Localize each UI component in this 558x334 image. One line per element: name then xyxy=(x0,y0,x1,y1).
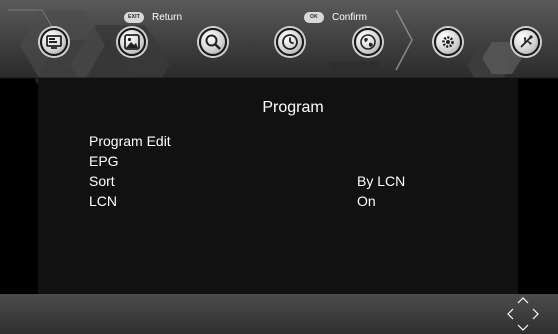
usb-icon[interactable] xyxy=(512,28,540,56)
globe-icon[interactable] xyxy=(354,28,382,56)
navigation-arrows-icon xyxy=(507,297,539,331)
menu-item-label: Sort xyxy=(89,173,115,189)
menu-item-program-edit[interactable]: Program Edit xyxy=(89,131,489,151)
return-label: Return xyxy=(152,12,183,23)
menu-item-label: Program Edit xyxy=(89,133,171,149)
menu-item-lcn[interactable]: LCN On xyxy=(89,191,489,211)
tv-menu-screen: Program Program Edit EPG Sort By LCN LCN… xyxy=(0,0,558,334)
footer-bar xyxy=(0,294,558,334)
gear-icon[interactable] xyxy=(434,28,462,56)
confirm-hint[interactable]: OK Confirm xyxy=(304,12,367,23)
confirm-label: Confirm xyxy=(332,12,368,23)
menu-item-label: LCN xyxy=(89,193,118,209)
clock-icon[interactable] xyxy=(276,28,304,56)
return-hint[interactable]: EXIT Return xyxy=(124,12,182,23)
menu-item-epg[interactable]: EPG xyxy=(89,151,489,171)
ok-key-icon: OK xyxy=(304,12,324,23)
menu-list: Program Edit EPG Sort By LCN LCN On xyxy=(89,131,489,211)
exit-key-icon: EXIT xyxy=(124,12,144,23)
menu-item-value[interactable]: On xyxy=(357,191,376,211)
search-icon[interactable] xyxy=(199,28,227,56)
menu-item-label: EPG xyxy=(89,153,119,169)
menu-item-sort[interactable]: Sort By LCN xyxy=(89,171,489,191)
page-title: Program xyxy=(262,99,324,116)
menu-item-value[interactable]: By LCN xyxy=(357,171,405,191)
tv-icon[interactable] xyxy=(40,28,68,56)
picture-icon[interactable] xyxy=(118,28,146,56)
